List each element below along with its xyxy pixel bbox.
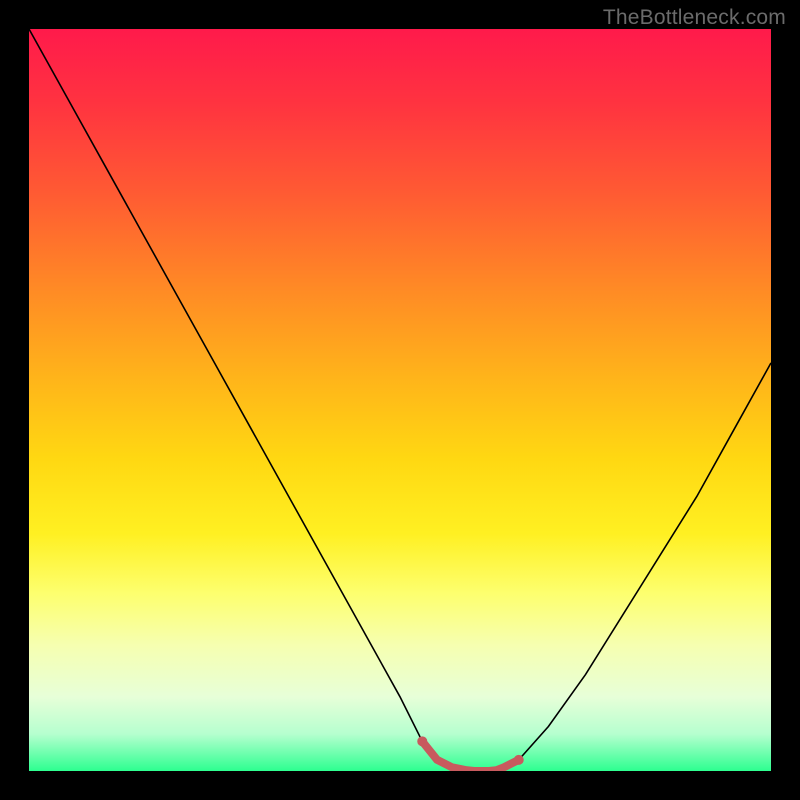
optimal-range-end-dot <box>417 736 427 746</box>
chart-plot-area <box>29 29 771 771</box>
chart-stage: TheBottleneck.com <box>0 0 800 800</box>
optimal-range-strip <box>422 741 518 771</box>
chart-svg <box>29 29 771 771</box>
attribution-watermark: TheBottleneck.com <box>603 6 786 30</box>
bottleneck-curve <box>29 29 771 771</box>
optimal-range-end-dot <box>514 755 524 765</box>
